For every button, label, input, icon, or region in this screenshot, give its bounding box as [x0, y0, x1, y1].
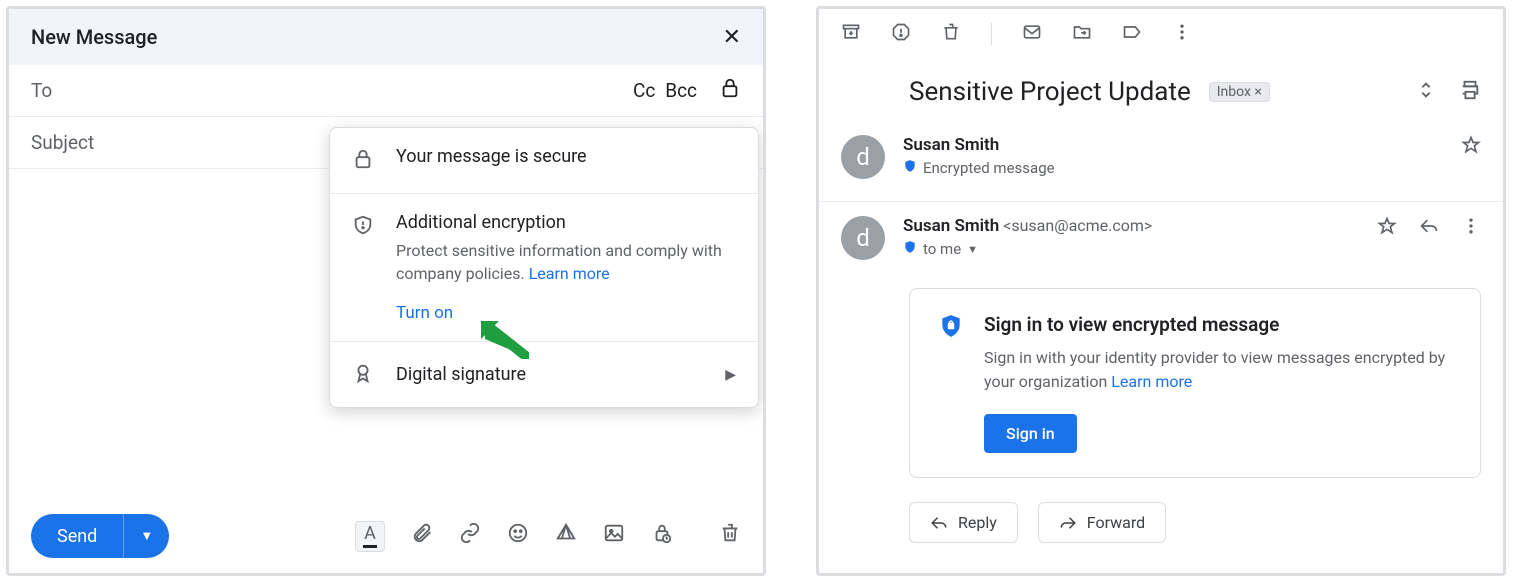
- attach-icon[interactable]: [411, 522, 433, 550]
- sign-in-button[interactable]: Sign in: [984, 414, 1077, 453]
- encryption-popover: Your message is secure Additional encryp…: [329, 127, 759, 408]
- lock-icon: [352, 146, 378, 175]
- toolbar-separator: [991, 23, 992, 45]
- star-icon[interactable]: [1377, 216, 1397, 240]
- additional-encryption-section: Additional encryption Protect sensitive …: [330, 194, 758, 342]
- confidential-mode-icon[interactable]: [651, 522, 673, 550]
- sender-line: Susan Smith <susan@acme.com>: [903, 216, 1359, 236]
- cc-link[interactable]: Cc: [633, 79, 655, 102]
- message-toolbar: [819, 9, 1503, 59]
- drive-icon[interactable]: [555, 522, 577, 550]
- compose-title: New Message: [31, 25, 157, 49]
- avatar: d: [841, 216, 885, 260]
- formatting-icon[interactable]: A: [355, 521, 385, 552]
- subject-placeholder: Subject: [31, 131, 94, 154]
- send-label: Send: [31, 526, 123, 547]
- to-label: To: [31, 79, 52, 102]
- reply-icon[interactable]: [1419, 216, 1439, 240]
- shield-icon: [352, 212, 378, 323]
- compose-header: New Message ✕: [9, 9, 763, 65]
- move-to-icon[interactable]: [1072, 22, 1092, 46]
- compose-window: New Message ✕ To Cc Bcc Subject Your mes…: [6, 6, 766, 576]
- reply-button[interactable]: Reply: [909, 502, 1018, 543]
- discard-icon[interactable]: [719, 522, 741, 550]
- compose-footer: Send ▼ A: [9, 499, 763, 573]
- compose-toolbar: A: [355, 521, 741, 552]
- encrypted-card: Sign in to view encrypted message Sign i…: [909, 288, 1481, 478]
- learn-more-link[interactable]: Learn more: [1111, 372, 1192, 391]
- insert-link-icon[interactable]: [459, 522, 481, 550]
- mark-unread-icon[interactable]: [1022, 22, 1042, 46]
- recipient-line[interactable]: to me ▼: [903, 240, 1359, 258]
- encryption-desc: Protect sensitive information and comply…: [396, 239, 736, 285]
- turn-on-link[interactable]: Turn on: [396, 303, 453, 323]
- reply-row: Reply Forward: [819, 492, 1503, 553]
- inbox-chip[interactable]: Inbox ×: [1209, 82, 1270, 102]
- message-row-collapsed[interactable]: d Susan Smith Encrypted message: [819, 125, 1503, 202]
- subject-line: Sensitive Project Update Inbox ×: [819, 59, 1503, 125]
- subject-text: Sensitive Project Update: [909, 77, 1191, 107]
- send-button[interactable]: Send ▼: [31, 514, 169, 558]
- labels-icon[interactable]: [1122, 22, 1142, 46]
- lock-icon[interactable]: [719, 77, 741, 105]
- learn-more-link[interactable]: Learn more: [529, 264, 610, 283]
- to-row[interactable]: To Cc Bcc: [9, 65, 763, 117]
- digital-signature-section[interactable]: Digital signature ▶: [330, 342, 758, 407]
- shield-icon: [903, 240, 917, 258]
- print-icon[interactable]: [1459, 79, 1481, 105]
- chevron-right-icon: ▶: [725, 367, 736, 383]
- expand-icon[interactable]: [1415, 79, 1437, 105]
- close-icon[interactable]: ✕: [723, 25, 741, 50]
- encryption-title: Additional encryption: [396, 212, 736, 233]
- sender-name: Susan Smith: [903, 135, 1443, 155]
- secure-section: Your message is secure: [330, 128, 758, 194]
- encrypted-line: Encrypted message: [923, 159, 1055, 177]
- ribbon-icon: [352, 360, 378, 389]
- chevron-down-icon[interactable]: ▼: [967, 243, 978, 256]
- signature-title: Digital signature: [396, 364, 707, 385]
- archive-icon[interactable]: [841, 22, 861, 46]
- card-desc: Sign in with your identity provider to v…: [984, 346, 1452, 394]
- forward-button[interactable]: Forward: [1038, 502, 1166, 543]
- secure-title: Your message is secure: [396, 146, 736, 167]
- avatar: d: [841, 135, 885, 179]
- bcc-link[interactable]: Bcc: [665, 79, 697, 102]
- shield-icon: [903, 159, 917, 177]
- message-view: Sensitive Project Update Inbox × d Susan…: [816, 6, 1506, 576]
- emoji-icon[interactable]: [507, 522, 529, 550]
- report-spam-icon[interactable]: [891, 22, 911, 46]
- star-icon[interactable]: [1461, 135, 1481, 159]
- send-options-caret[interactable]: ▼: [124, 528, 169, 544]
- annotation-arrow-icon: [479, 319, 529, 363]
- shield-lock-icon: [938, 313, 964, 453]
- insert-image-icon[interactable]: [603, 522, 625, 550]
- message-row-expanded: d Susan Smith <susan@acme.com> to me ▼: [819, 206, 1503, 270]
- more-icon[interactable]: [1461, 216, 1481, 240]
- delete-icon[interactable]: [941, 22, 961, 46]
- more-icon[interactable]: [1172, 22, 1192, 46]
- card-title: Sign in to view encrypted message: [984, 313, 1452, 336]
